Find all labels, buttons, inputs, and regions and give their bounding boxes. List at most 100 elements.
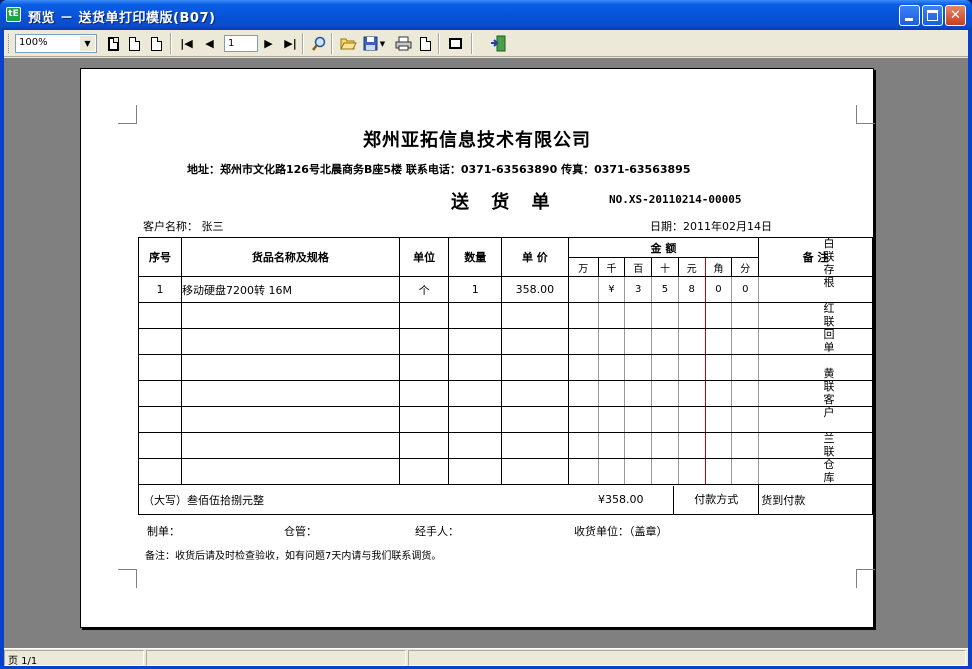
- cell-qty: 1: [448, 276, 503, 303]
- delivery-table: 序号 货品名称及规格 单位 数量 单 价 金 额 备 注 万千百十元角分 1 移动…: [137, 237, 873, 515]
- cell-qty: [448, 380, 503, 407]
- whole-page-button[interactable]: [105, 35, 122, 52]
- table-row: [137, 406, 873, 433]
- header-qty: 数量: [448, 237, 503, 277]
- cell-digit: [677, 354, 706, 381]
- cell-remark: [758, 302, 873, 329]
- copy-label: 白联存根: [823, 237, 835, 289]
- status-pane-3: [408, 650, 966, 666]
- sig-handler: 经手人：: [415, 525, 459, 538]
- preview-area[interactable]: 郑州亚拓信息技术有限公司 地址：郑州市文化路126号北晨商务B座5楼 联系电话：…: [4, 58, 968, 648]
- first-page-button[interactable]: |◀: [178, 35, 195, 52]
- cell-digit: [651, 380, 679, 407]
- cell-digit: [704, 458, 733, 485]
- cell-qty: [448, 432, 503, 459]
- minimize-button[interactable]: [899, 5, 920, 26]
- cell-digit: ¥: [597, 276, 626, 303]
- toolbar-separator: [471, 33, 473, 54]
- cell-digit: [624, 302, 653, 329]
- cell-price: 358.00: [501, 276, 569, 303]
- cell-digit: [624, 432, 653, 459]
- next-page-button[interactable]: ▶: [260, 35, 277, 52]
- cell-digit: [567, 406, 599, 433]
- payment-cell: 货到付款: [758, 484, 873, 515]
- sig-maker: 制单：: [147, 525, 180, 538]
- cell-unit: [398, 328, 450, 355]
- prev-page-button[interactable]: ◀: [201, 35, 218, 52]
- cell-name: [181, 302, 400, 329]
- title-bar[interactable]: tE 预览 － 送货单打印模版(B07) ✕: [0, 0, 972, 30]
- design-button[interactable]: [447, 35, 464, 52]
- cell-name: [181, 458, 400, 485]
- toolbar-separator: [331, 33, 333, 54]
- cell-digit: [567, 302, 599, 329]
- save-dropdown-button[interactable]: ▼: [378, 35, 387, 52]
- cell-qty: [448, 406, 503, 433]
- zoom-select[interactable]: 100% ▼: [15, 34, 97, 53]
- table-row: [137, 328, 873, 355]
- cell-unit: [398, 432, 450, 459]
- save-icon: [363, 36, 378, 51]
- cell-name: [181, 406, 400, 433]
- toolbar-separator: [302, 33, 304, 54]
- cell-digit: [651, 354, 679, 381]
- two-pages-button[interactable]: [148, 35, 165, 52]
- close-button[interactable]: ✕: [945, 5, 966, 26]
- page-width-icon: [129, 36, 140, 51]
- cell-digit: [624, 354, 653, 381]
- page-width-button[interactable]: [126, 35, 143, 52]
- chevron-down-icon[interactable]: ▼: [80, 36, 95, 51]
- cell-digit: [677, 432, 706, 459]
- cell-digit: [651, 458, 679, 485]
- last-page-button[interactable]: ▶|: [282, 35, 299, 52]
- exit-button[interactable]: [490, 35, 507, 52]
- copy-label: 兰联仓库: [823, 432, 835, 484]
- cell-digit: [651, 406, 679, 433]
- table-row: [137, 380, 873, 407]
- cell-qty: [448, 302, 503, 329]
- cell-digit: [651, 302, 679, 329]
- cell-digit: [597, 406, 626, 433]
- customer-label: 客户名称：: [143, 220, 198, 233]
- cell-digit: [704, 406, 733, 433]
- next-page-icon: ▶: [264, 37, 273, 50]
- zoom-button[interactable]: [310, 35, 327, 52]
- cell-digit: [567, 328, 599, 355]
- print-button[interactable]: [395, 35, 412, 52]
- cell-digit: [597, 328, 626, 355]
- header-digit: 千: [597, 257, 626, 277]
- total-words: （大写）叁佰伍拾捌元整: [138, 484, 569, 515]
- close-icon: ✕: [950, 8, 961, 23]
- page-number-input[interactable]: [224, 35, 258, 52]
- header-price: 单 价: [501, 237, 569, 277]
- zoom-value: 100%: [19, 37, 48, 48]
- cell-remark: [758, 406, 873, 433]
- two-pages-icon: [151, 36, 162, 51]
- document-number: NO.XS-20110214-00005: [609, 193, 742, 206]
- header-name: 货品名称及规格: [181, 237, 400, 277]
- margin-mark: [856, 105, 875, 124]
- date-label: 日期：: [650, 220, 683, 233]
- preview-window: tE 预览 － 送货单打印模版(B07) ✕ 100% ▼ |◀ ◀ 1 ▶ ▶…: [0, 0, 972, 669]
- open-button[interactable]: [340, 35, 357, 52]
- cell-digit: 5: [651, 276, 679, 303]
- cell-digit: [731, 432, 760, 459]
- cell-digit: [731, 458, 760, 485]
- cell-unit: 个: [398, 276, 450, 303]
- cell-remark: [758, 328, 873, 355]
- sig-receiver: 收货单位：（盖章）: [574, 525, 668, 538]
- cell-name: [181, 328, 400, 355]
- cell-name: [181, 354, 400, 381]
- cell-name: [181, 432, 400, 459]
- cell-digit: [704, 380, 733, 407]
- maximize-button[interactable]: [922, 5, 943, 26]
- date-value: 2011年02月14日: [683, 220, 772, 233]
- cell-digit: [677, 458, 706, 485]
- first-page-icon: |◀: [180, 37, 193, 50]
- page-setup-button[interactable]: [417, 35, 434, 52]
- header-digit: 十: [651, 257, 679, 277]
- cell-seq: 1: [137, 276, 183, 303]
- save-button[interactable]: [362, 35, 379, 52]
- toolbar-separator: [438, 33, 440, 54]
- toolbar-grip[interactable]: [8, 34, 11, 53]
